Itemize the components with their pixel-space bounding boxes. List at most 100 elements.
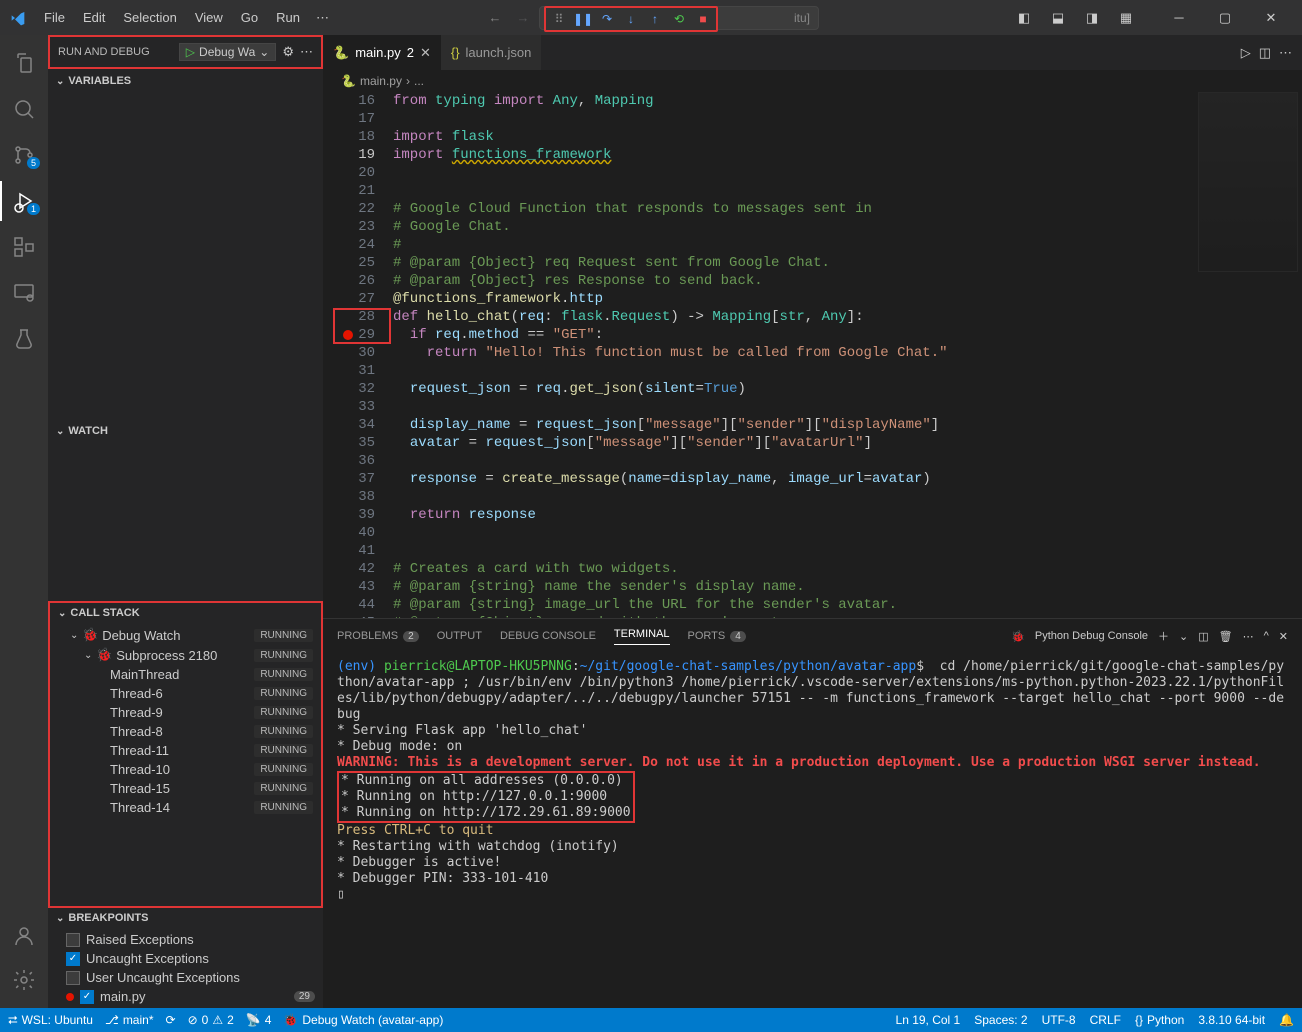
dropdown-icon[interactable]: ⌄ (1179, 630, 1188, 643)
editor-area: 🐍 main.py 2 ✕ {} launch.json ▷ ◫ ⋯ 🐍 mai… (323, 35, 1302, 1008)
menu-selection[interactable]: Selection (115, 6, 184, 30)
more-icon[interactable]: ⋯ (1279, 45, 1292, 61)
split-terminal-icon[interactable]: ◫ (1198, 630, 1208, 643)
remote-indicator[interactable]: ⮂ WSL: Ubuntu (8, 1013, 93, 1028)
callstack-row[interactable]: Thread-6RUNNING (50, 684, 321, 703)
testing-icon[interactable] (0, 319, 48, 359)
breakpoint-dot-icon (66, 993, 74, 1001)
watch-section-header[interactable]: ⌄WATCH (48, 421, 323, 441)
trash-icon[interactable]: 🗑 (1219, 630, 1233, 643)
ports-tab[interactable]: PORTS4 (688, 630, 746, 642)
callstack-row[interactable]: Thread-14RUNNING (50, 798, 321, 817)
tab-main-py[interactable]: 🐍 main.py 2 ✕ (323, 35, 441, 70)
callstack-row[interactable]: MainThreadRUNNING (50, 665, 321, 684)
eol[interactable]: CRLF (1090, 1013, 1121, 1027)
callstack-row[interactable]: Thread-9RUNNING (50, 703, 321, 722)
close-panel-icon[interactable]: ✕ (1279, 630, 1288, 643)
callstack-row[interactable]: Thread-8RUNNING (50, 722, 321, 741)
debug-console-tab[interactable]: DEBUG CONSOLE (500, 630, 596, 642)
minimize-icon[interactable]: ─ (1156, 0, 1202, 35)
problems-status[interactable]: ⊘ 0 ⚠ 2 (188, 1013, 234, 1027)
callstack-section-header[interactable]: ⌄CALL STACK (50, 603, 321, 623)
close-icon[interactable]: ✕ (1248, 0, 1294, 35)
debug-config-dropdown[interactable]: ▷ Debug Wa ⌄ (179, 43, 277, 61)
command-center[interactable]: ⠿ ❚❚ ↷ ↓ ↑ ⟲ ■ itu] (539, 6, 819, 30)
menu-run[interactable]: Run (268, 6, 308, 30)
menu-edit[interactable]: Edit (75, 6, 113, 30)
configure-gear-icon[interactable]: ⚙ (282, 44, 294, 60)
ports-status[interactable]: 📡 4 (246, 1013, 272, 1027)
drag-handle-icon[interactable]: ⠿ (548, 8, 570, 30)
breakpoint-raised[interactable]: Raised Exceptions (48, 930, 323, 949)
menu-go[interactable]: Go (233, 6, 266, 30)
callstack-row[interactable]: Thread-15RUNNING (50, 779, 321, 798)
run-icon[interactable]: ▷ (1241, 45, 1251, 61)
title-bar: File Edit Selection View Go Run ⋯ ← → ⠿ … (0, 0, 1302, 35)
more-icon[interactable]: ⋯ (1243, 630, 1254, 643)
minimap[interactable] (1198, 92, 1298, 272)
layout-right-icon[interactable]: ◨ (1078, 4, 1106, 32)
breakpoint-file[interactable]: main.py29 (48, 987, 323, 1006)
new-terminal-icon[interactable]: ＋ (1158, 628, 1169, 644)
menu-file[interactable]: File (36, 6, 73, 30)
json-file-icon: {} (451, 45, 460, 60)
menu-more-icon[interactable]: ⋯ (310, 6, 335, 30)
debug-badge: 1 (27, 203, 40, 215)
step-out-icon[interactable]: ↑ (644, 8, 666, 30)
split-editor-icon[interactable]: ◫ (1259, 45, 1271, 61)
settings-gear-icon[interactable] (0, 960, 48, 1000)
cursor-position[interactable]: Ln 19, Col 1 (896, 1013, 961, 1027)
explorer-icon[interactable] (0, 43, 48, 83)
step-over-icon[interactable]: ↷ (596, 8, 618, 30)
terminal-profile-label[interactable]: Python Debug Console (1035, 630, 1148, 642)
debug-status[interactable]: 🐞 Debug Watch (avatar-app) (283, 1013, 443, 1027)
remote-explorer-icon[interactable] (0, 273, 48, 313)
debug-toolbar: ⠿ ❚❚ ↷ ↓ ↑ ⟲ ■ (544, 6, 718, 32)
search-icon[interactable] (0, 89, 48, 129)
pause-icon[interactable]: ❚❚ (572, 8, 594, 30)
callstack-row[interactable]: Thread-11RUNNING (50, 741, 321, 760)
callstack-row[interactable]: ⌄🐞Subprocess 2180RUNNING (50, 645, 321, 665)
terminal-tab[interactable]: TERMINAL (614, 628, 670, 645)
close-icon[interactable]: ✕ (420, 45, 431, 61)
callstack-row[interactable]: Thread-10RUNNING (50, 760, 321, 779)
breakpoints-section-header[interactable]: ⌄BREAKPOINTS (48, 908, 323, 928)
variables-section-header[interactable]: ⌄VARIABLES (48, 71, 323, 91)
breakpoint-uncaught[interactable]: Uncaught Exceptions (48, 949, 323, 968)
notifications-icon[interactable]: 🔔 (1279, 1013, 1294, 1027)
restart-icon[interactable]: ⟲ (668, 8, 690, 30)
layout-grid-icon[interactable]: ▦ (1112, 4, 1140, 32)
layout-bottom-icon[interactable]: ⬓ (1044, 4, 1072, 32)
python-interpreter[interactable]: 3.8.10 64-bit (1198, 1013, 1265, 1027)
forward-arrow-icon[interactable]: → (511, 6, 535, 30)
more-icon[interactable]: ⋯ (300, 44, 313, 60)
back-arrow-icon[interactable]: ← (483, 6, 507, 30)
problems-tab[interactable]: PROBLEMS2 (337, 630, 419, 642)
source-control-icon[interactable]: 5 (0, 135, 48, 175)
terminal-body[interactable]: (env) pierrick@LAPTOP-HKU5PNNG:~/git/goo… (323, 653, 1302, 1008)
extensions-icon[interactable] (0, 227, 48, 267)
breakpoint-user-uncaught[interactable]: User Uncaught Exceptions (48, 968, 323, 987)
tab-launch-json[interactable]: {} launch.json (441, 35, 541, 70)
maximize-panel-icon[interactable]: ^ (1264, 630, 1269, 642)
language-mode[interactable]: {} Python (1135, 1013, 1184, 1027)
breakpoint-line-badge: 29 (294, 991, 315, 1002)
status-bar: ⮂ WSL: Ubuntu ⎇ main* ⟳ ⊘ 0 ⚠ 2 📡 4 🐞 De… (0, 1008, 1302, 1032)
menu-view[interactable]: View (187, 6, 231, 30)
step-into-icon[interactable]: ↓ (620, 8, 642, 30)
python-file-icon: 🐍 (341, 74, 356, 88)
accounts-icon[interactable] (0, 916, 48, 956)
layout-left-icon[interactable]: ◧ (1010, 4, 1038, 32)
run-debug-icon[interactable]: 1 (0, 181, 48, 221)
output-tab[interactable]: OUTPUT (437, 630, 482, 642)
stop-icon[interactable]: ■ (692, 8, 714, 30)
callstack-row[interactable]: ⌄🐞Debug WatchRUNNING (50, 625, 321, 645)
breadcrumbs[interactable]: 🐍 main.py › ... (323, 70, 1302, 92)
sync-icon[interactable]: ⟳ (166, 1013, 176, 1027)
encoding[interactable]: UTF-8 (1042, 1013, 1076, 1027)
code-editor[interactable]: 16from typing import Any, Mapping1718imp… (323, 92, 1302, 618)
git-branch[interactable]: ⎇ main* (105, 1013, 154, 1027)
indentation[interactable]: Spaces: 2 (974, 1013, 1027, 1027)
debug-header: RUN AND DEBUG ▷ Debug Wa ⌄ ⚙ ⋯ (48, 35, 323, 69)
maximize-icon[interactable]: ▢ (1202, 0, 1248, 35)
